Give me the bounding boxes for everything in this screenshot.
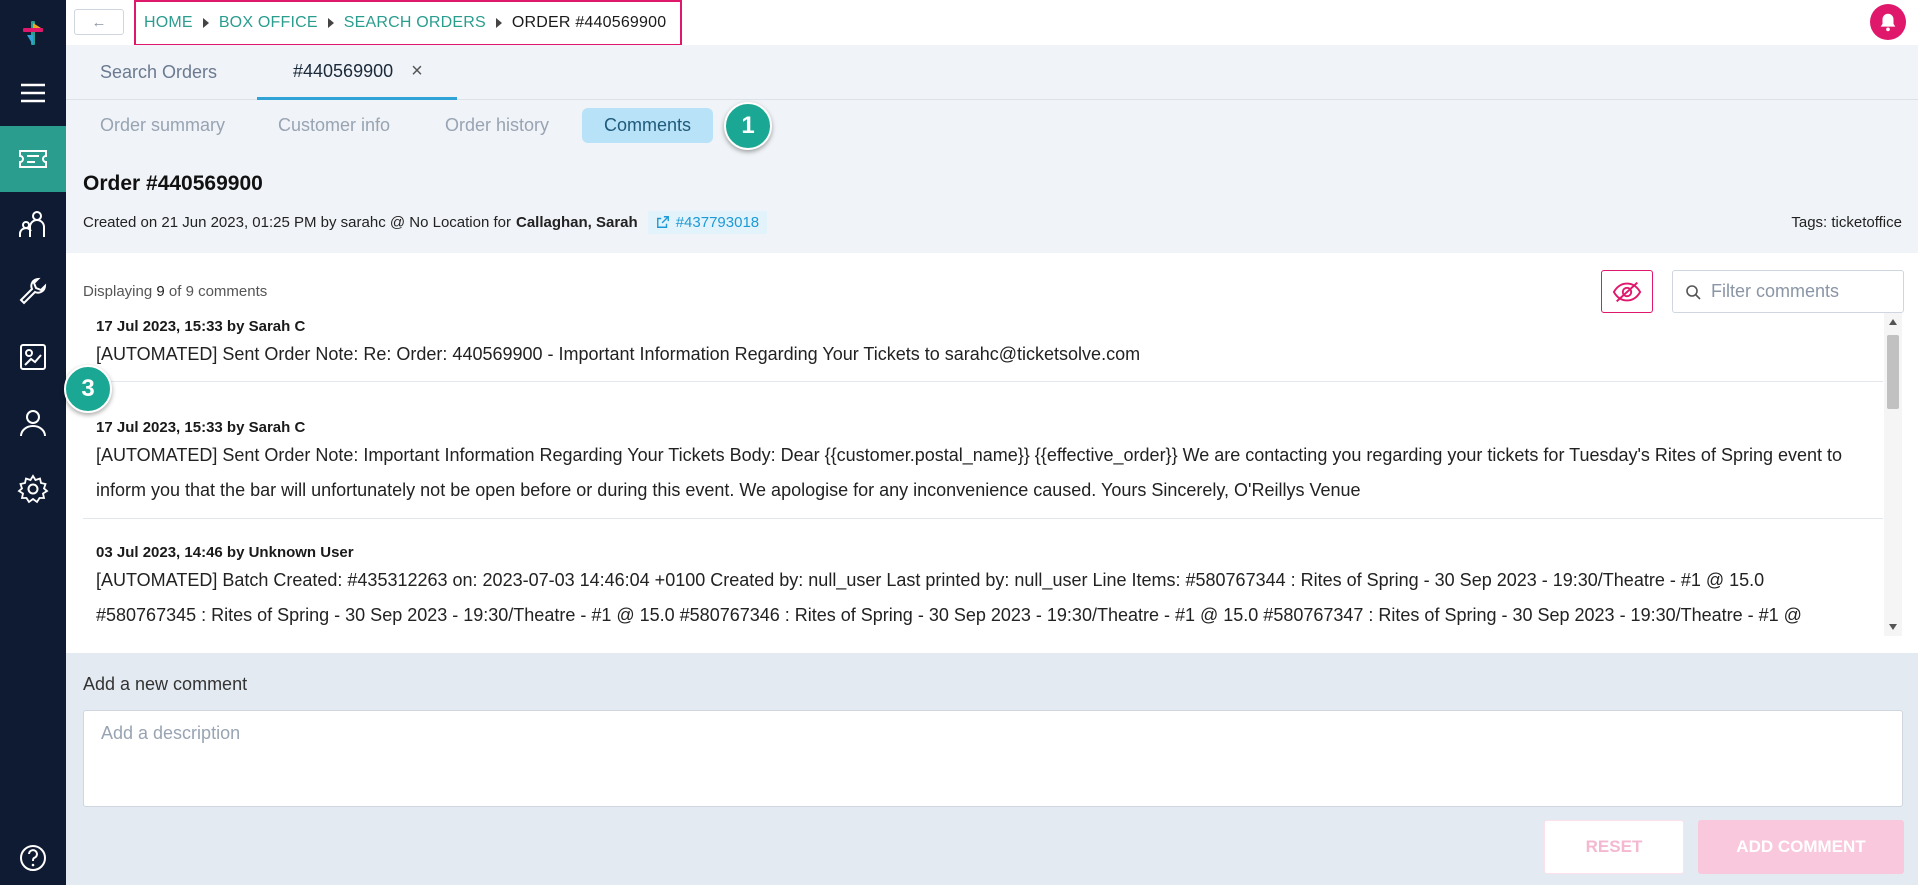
tab-order[interactable]: #440569900 ×: [257, 45, 457, 100]
menu-icon[interactable]: [0, 60, 66, 126]
comments-count: Displaying 9 of 9 comments: [83, 283, 267, 300]
of-word: of: [168, 283, 182, 300]
breadcrumb-separator-icon: [495, 18, 502, 28]
external-link-icon: [656, 216, 669, 228]
report-icon[interactable]: [0, 324, 66, 390]
ticket-icon[interactable]: [0, 126, 66, 192]
order-subtabs: Order summary Customer info Order histor…: [66, 100, 1918, 152]
search-icon: [1686, 284, 1701, 300]
comment-header: 17 Jul 2023, 15:33 by Sarah C: [96, 419, 306, 436]
help-icon[interactable]: [0, 825, 66, 885]
bell-icon[interactable]: [1870, 4, 1906, 40]
linked-order-number: #437793018: [675, 213, 760, 231]
people-icon[interactable]: [0, 192, 66, 258]
toggle-hidden-comments-button[interactable]: [1601, 270, 1653, 313]
subtab-order-summary[interactable]: Order summary: [78, 108, 247, 143]
filter-comments-input[interactable]: [1711, 281, 1891, 302]
filter-comments-field[interactable]: [1672, 270, 1904, 313]
total-count: 9: [185, 283, 194, 300]
scroll-up-icon[interactable]: [1889, 319, 1897, 325]
comment-body: [AUTOMATED] Sent Order Note: Important I…: [96, 445, 1843, 500]
back-button[interactable]: ←: [74, 9, 124, 35]
new-comment-label: Add a new comment: [83, 674, 248, 694]
annotation-badge-1: 1: [724, 102, 772, 150]
user-icon[interactable]: [0, 390, 66, 456]
breadcrumb: HOME BOX OFFICE SEARCH ORDERS ORDER #440…: [134, 0, 683, 46]
eye-off-icon: [1612, 281, 1642, 302]
subtab-order-history[interactable]: Order history: [423, 108, 571, 143]
add-comment-button[interactable]: ADD COMMENT: [1698, 820, 1904, 874]
comment-body: [AUTOMATED] Batch Created: #435312263 on…: [96, 570, 1802, 625]
reset-button[interactable]: RESET: [1544, 820, 1684, 874]
breadcrumb-current: ORDER #440569900: [511, 14, 667, 31]
comments-suffix: comments: [198, 283, 268, 300]
subtab-customer-info[interactable]: Customer info: [256, 108, 412, 143]
breadcrumb-home[interactable]: HOME: [144, 14, 193, 32]
scroll-down-icon[interactable]: [1889, 624, 1897, 630]
gear-icon[interactable]: [0, 456, 66, 522]
comment-header: 17 Jul 2023, 15:33 by Sarah C: [96, 318, 306, 335]
logo-icon[interactable]: [0, 0, 66, 66]
linked-order-link[interactable]: #437793018: [647, 210, 768, 234]
customer-name[interactable]: Callaghan, Sarah: [516, 214, 638, 231]
comments-panel: Displaying 9 of 9 comments 17 Jul 2023, …: [66, 253, 1918, 653]
sidebar: [0, 0, 66, 885]
subtab-comments[interactable]: Comments: [582, 108, 714, 143]
displaying-prefix: Displaying: [83, 283, 153, 300]
order-tabs: Search Orders #440569900 ×: [66, 45, 1918, 100]
comments-scrollbar[interactable]: [1884, 313, 1902, 636]
top-bar: ← HOME BOX OFFICE SEARCH ORDERS ORDER #4…: [66, 0, 1918, 46]
description-textarea[interactable]: [83, 710, 1903, 807]
order-meta: Created on 21 Jun 2023, 01:25 PM by sara…: [83, 210, 768, 234]
breadcrumb-box-office[interactable]: BOX OFFICE: [219, 14, 318, 32]
created-text: Created on 21 Jun 2023, 01:25 PM by sara…: [83, 213, 511, 231]
tab-search-orders[interactable]: Search Orders: [100, 45, 217, 100]
page-title: Order #440569900: [83, 172, 263, 195]
shown-count: 9: [156, 283, 165, 300]
wrench-icon[interactable]: [0, 258, 66, 324]
comment-item: 17 Jul 2023, 15:33 by Sarah C [AUTOMATED…: [83, 382, 1883, 519]
comment-list[interactable]: 17 Jul 2023, 15:33 by Sarah C [AUTOMATED…: [83, 313, 1883, 653]
close-icon[interactable]: ×: [411, 60, 423, 83]
annotation-badge-3: 3: [64, 365, 112, 413]
comment-item: 03 Jul 2023, 14:46 by Unknown User [AUTO…: [83, 519, 1883, 637]
order-tags: Tags: ticketoffice: [1791, 214, 1902, 231]
comment-header: 03 Jul 2023, 14:46 by Unknown User: [96, 544, 354, 561]
tab-label: #440569900: [293, 60, 394, 81]
new-comment-section: Add a new comment RESET ADD COMMENT: [66, 653, 1918, 885]
breadcrumb-separator-icon: [327, 18, 334, 28]
breadcrumb-separator-icon: [202, 18, 209, 28]
comment-body: [AUTOMATED] Sent Order Note: Re: Order: …: [96, 344, 1141, 364]
tab-label: Search Orders: [100, 62, 218, 82]
scroll-thumb[interactable]: [1887, 335, 1899, 409]
breadcrumb-search-orders[interactable]: SEARCH ORDERS: [344, 14, 486, 32]
comment-item: 17 Jul 2023, 15:33 by Sarah C [AUTOMATED…: [83, 313, 1883, 382]
